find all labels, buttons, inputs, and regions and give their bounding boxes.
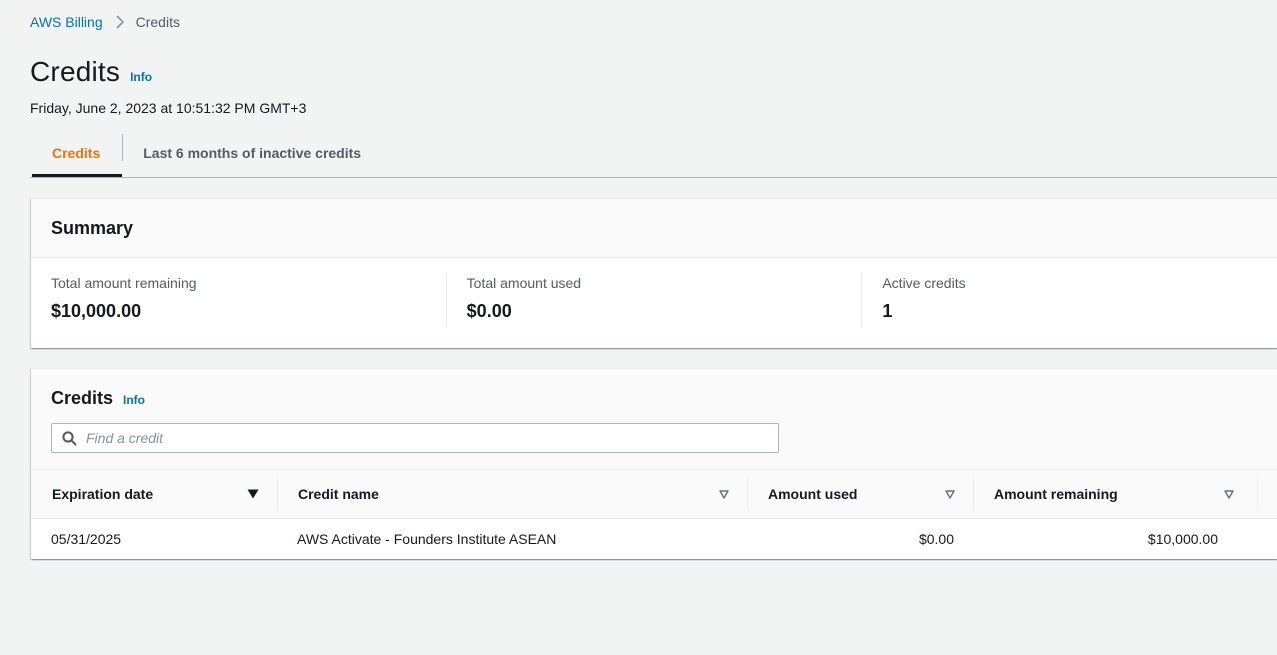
sort-icon bbox=[719, 489, 729, 499]
summary-body: Total amount remaining $10,000.00 Total … bbox=[31, 258, 1277, 327]
chevron-right-icon bbox=[116, 15, 124, 29]
page-header: Credits Info bbox=[30, 56, 152, 88]
sort-icon bbox=[945, 489, 955, 499]
cell-amount-remaining: $10,000.00 bbox=[1147, 531, 1218, 547]
breadcrumb-aws-billing[interactable]: AWS Billing bbox=[30, 14, 103, 30]
tab-inactive-credits[interactable]: Last 6 months of inactive credits bbox=[123, 130, 381, 176]
column-header-expiration-date[interactable]: Expiration date bbox=[31, 478, 278, 510]
summary-value: $0.00 bbox=[466, 301, 512, 321]
summary-total-remaining: Total amount remaining $10,000.00 bbox=[31, 273, 447, 327]
summary-value: $10,000.00 bbox=[51, 301, 142, 321]
search-box[interactable] bbox=[51, 423, 779, 453]
search-icon bbox=[52, 430, 86, 446]
sort-descending-icon bbox=[247, 489, 259, 499]
column-header-label: Credit name bbox=[298, 486, 379, 502]
credits-title-row: Credits Info bbox=[51, 369, 1277, 409]
cell-amount-used: $0.00 bbox=[918, 531, 954, 547]
summary-active-credits: Active credits 1 bbox=[862, 273, 1277, 327]
sort-icon bbox=[1224, 489, 1234, 499]
breadcrumb-current: Credits bbox=[135, 14, 180, 30]
column-header-amount-used[interactable]: Amount used bbox=[748, 478, 974, 510]
credits-info-link[interactable]: Info bbox=[123, 393, 145, 407]
summary-title: Summary bbox=[51, 217, 134, 238]
credits-panel: Credits Info Expiration date Credit name… bbox=[31, 368, 1277, 559]
column-header-label: Expiration date bbox=[52, 486, 154, 502]
cell-expiration-date: 05/31/2025 bbox=[51, 531, 122, 547]
page-title: Credits bbox=[30, 56, 121, 87]
summary-label: Total amount used bbox=[466, 275, 582, 291]
page-timestamp: Friday, June 2, 2023 at 10:51:32 PM GMT+… bbox=[30, 100, 307, 116]
page-info-link[interactable]: Info bbox=[130, 70, 152, 84]
summary-panel: Summary Total amount remaining $10,000.0… bbox=[31, 198, 1277, 348]
column-header-credit-name[interactable]: Credit name bbox=[278, 478, 748, 510]
table-header: Expiration date Credit name Amount used … bbox=[31, 470, 1277, 519]
cell-credit-name: AWS Activate - Founders Institute ASEAN bbox=[297, 531, 557, 547]
column-header-amount-remaining[interactable]: Amount remaining bbox=[974, 478, 1258, 510]
summary-label: Total amount remaining bbox=[51, 275, 197, 291]
search-input[interactable] bbox=[86, 430, 766, 446]
breadcrumb: AWS Billing Credits bbox=[30, 14, 180, 30]
tab-credits[interactable]: Credits bbox=[30, 130, 123, 177]
summary-label: Active credits bbox=[882, 275, 966, 291]
table-row: 05/31/2025 AWS Activate - Founders Insti… bbox=[31, 519, 1277, 559]
column-header-label: Amount remaining bbox=[994, 486, 1118, 502]
summary-value: 1 bbox=[882, 301, 893, 321]
summary-total-used: Total amount used $0.00 bbox=[447, 273, 863, 327]
summary-header: Summary bbox=[31, 199, 1277, 258]
tab-bar: Credits Last 6 months of inactive credit… bbox=[30, 130, 1277, 178]
credits-header: Credits Info bbox=[31, 369, 1277, 470]
column-header-label: Amount used bbox=[768, 486, 858, 502]
credits-title: Credits bbox=[51, 388, 114, 408]
